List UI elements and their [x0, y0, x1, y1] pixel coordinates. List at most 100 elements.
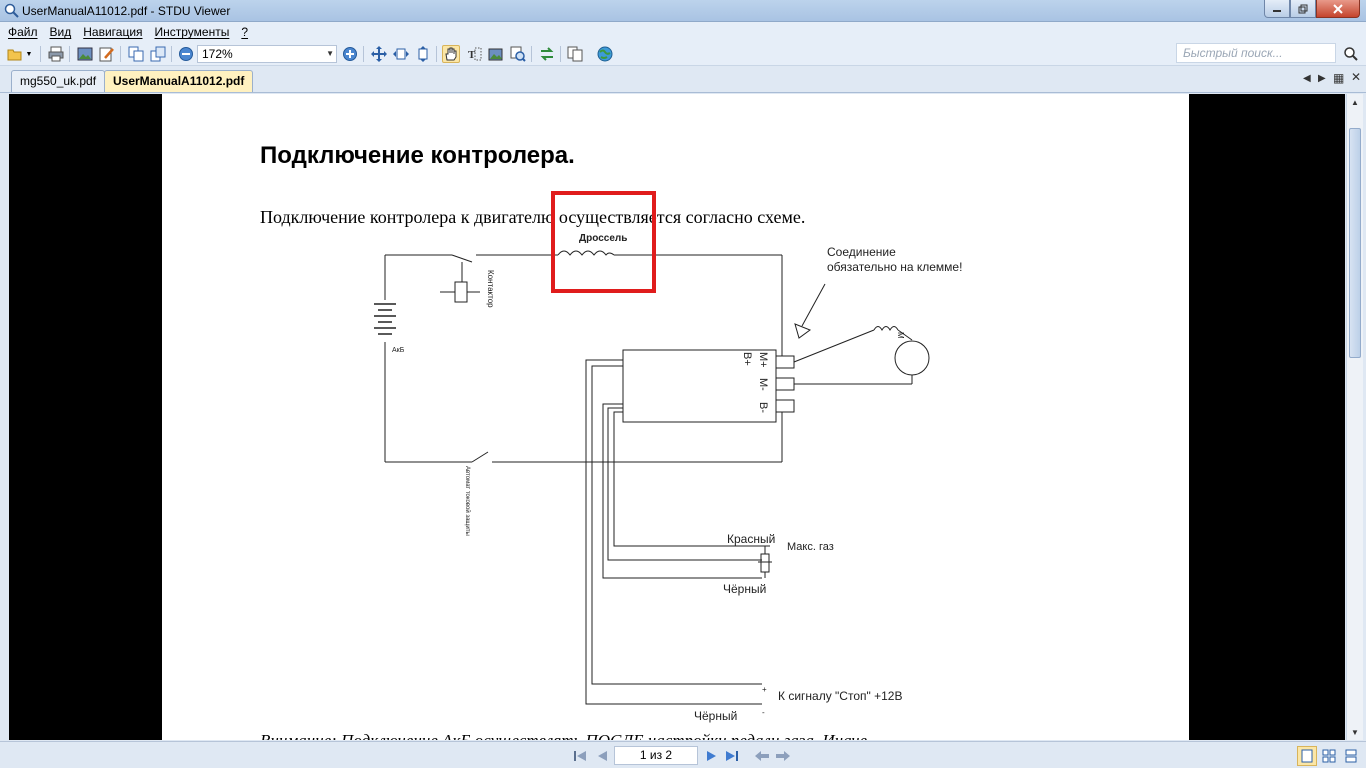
label-m-minus: M-: [757, 378, 769, 391]
magnifier-button[interactable]: [509, 45, 527, 63]
zoom-out-button[interactable]: [177, 45, 195, 63]
open-icon: [7, 49, 22, 61]
label-red: Красный: [727, 532, 775, 546]
highlight-box: [551, 191, 656, 293]
select-image-icon: [488, 48, 503, 61]
hand-tool-button[interactable]: [442, 45, 460, 63]
restore-icon: [1298, 4, 1308, 13]
scroll-thumb[interactable]: [1349, 128, 1361, 358]
copy-button[interactable]: [127, 45, 145, 63]
paste-icon: [150, 46, 166, 62]
fit-width-button[interactable]: [392, 45, 410, 63]
quick-search-placeholder: Быстрый поиск...: [1183, 46, 1283, 60]
zoom-out-icon: [179, 47, 193, 61]
label-contactor: Контактор: [486, 270, 495, 308]
swap-button[interactable]: [538, 45, 556, 63]
zoom-in-icon: [343, 47, 357, 61]
first-page-button[interactable]: [572, 748, 588, 764]
menu-file[interactable]: Файл: [2, 25, 44, 39]
fit-height-icon: [418, 46, 428, 62]
label-b-plus: B+: [741, 352, 753, 366]
menu-view[interactable]: Вид: [44, 25, 78, 39]
edit-button[interactable]: [98, 45, 116, 63]
title-bar: UserManualA11012.pdf - STDU Viewer: [0, 0, 1366, 22]
image-icon: [77, 47, 93, 61]
minimize-button[interactable]: [1264, 0, 1290, 18]
open-dropdown[interactable]: ▼: [24, 45, 34, 63]
copy-icon: [128, 46, 144, 62]
last-page-icon: [726, 751, 738, 761]
pages-button[interactable]: [566, 45, 584, 63]
document-viewer[interactable]: Подключение контролера. Подключение конт…: [9, 94, 1345, 740]
continuous-icon: [1345, 749, 1357, 763]
print-button[interactable]: [47, 45, 65, 63]
vertical-scrollbar[interactable]: ▲ ▼: [1346, 94, 1363, 740]
menu-help[interactable]: ?: [235, 25, 254, 39]
continuous-view-button[interactable]: [1341, 746, 1361, 766]
app-icon: [4, 3, 19, 18]
select-text-button[interactable]: T: [465, 45, 483, 63]
two-page-icon: [1322, 749, 1336, 763]
single-page-icon: [1301, 749, 1313, 763]
menu-navigation[interactable]: Навигация: [77, 25, 148, 39]
menu-tools[interactable]: Инструменты: [149, 25, 236, 39]
label-black-2: Чёрный: [694, 709, 737, 723]
pdf-page: Подключение контролера. Подключение конт…: [162, 94, 1189, 740]
search-button[interactable]: [1342, 45, 1360, 63]
next-page-button[interactable]: [704, 748, 720, 764]
two-page-view-button[interactable]: [1319, 746, 1339, 766]
zoom-value: 172%: [202, 47, 233, 61]
label-m-plus: M+: [757, 352, 769, 368]
image-button[interactable]: [76, 45, 94, 63]
page-number-field[interactable]: 1 из 2: [614, 746, 698, 765]
fit-page-button[interactable]: [370, 45, 388, 63]
print-icon: [48, 46, 64, 62]
tab-usermanual[interactable]: UserManualA11012.pdf: [104, 70, 254, 92]
scroll-down-icon[interactable]: ▼: [1347, 724, 1363, 740]
back-button[interactable]: [754, 748, 770, 764]
paste-button[interactable]: [149, 45, 167, 63]
select-image-button[interactable]: [487, 45, 505, 63]
prev-page-button[interactable]: [594, 748, 610, 764]
fit-page-icon: [371, 46, 387, 62]
fit-height-button[interactable]: [414, 45, 432, 63]
web-icon: [597, 46, 613, 62]
pages-icon: [567, 46, 583, 62]
quick-search-input[interactable]: Быстрый поиск...: [1176, 43, 1336, 63]
label-stop-signal: К сигналу "Стоп" +12В: [778, 689, 902, 703]
tab-grid-icon[interactable]: ▦: [1333, 71, 1344, 85]
label-minus: -: [762, 708, 765, 717]
label-black-1: Чёрный: [723, 582, 766, 596]
tab-prev-icon[interactable]: ◀: [1303, 73, 1311, 84]
close-button[interactable]: [1316, 0, 1360, 18]
open-button[interactable]: [6, 45, 24, 63]
web-button[interactable]: [596, 45, 614, 63]
scroll-up-icon[interactable]: ▲: [1347, 94, 1363, 110]
first-page-icon: [574, 751, 586, 761]
window-title: UserManualA11012.pdf - STDU Viewer: [22, 4, 231, 18]
page-indicator-text: 1 из 2: [639, 748, 673, 762]
swap-icon: [540, 47, 554, 61]
label-max-gas: Макс. газ: [787, 541, 834, 553]
tab-label: UserManualA11012.pdf: [113, 74, 245, 88]
label-motor: М: [896, 332, 905, 339]
zoom-select[interactable]: 172% ▼: [197, 45, 337, 63]
select-text-icon: T: [468, 47, 482, 61]
page-footer-text: Внимание: Подключение АкБ осуществлять П…: [260, 731, 867, 740]
next-page-icon: [707, 751, 716, 761]
menu-bar: Файл Вид Навигация Инструменты ?: [0, 22, 1366, 42]
forward-button[interactable]: [775, 748, 791, 764]
prev-page-icon: [598, 751, 607, 761]
maximize-button[interactable]: [1290, 0, 1316, 18]
tab-mg550[interactable]: mg550_uk.pdf: [11, 70, 106, 92]
tab-close-icon[interactable]: ✕: [1351, 70, 1361, 84]
label-battery: АкБ: [392, 347, 405, 354]
status-bar: 1 из 2: [0, 741, 1366, 768]
back-icon: [755, 751, 769, 761]
fit-width-icon: [393, 48, 409, 60]
last-page-button[interactable]: [724, 748, 740, 764]
chevron-down-icon: ▼: [326, 49, 334, 58]
zoom-in-button[interactable]: [341, 45, 359, 63]
tab-next-icon[interactable]: ▶: [1318, 73, 1326, 84]
single-page-view-button[interactable]: [1297, 746, 1317, 766]
